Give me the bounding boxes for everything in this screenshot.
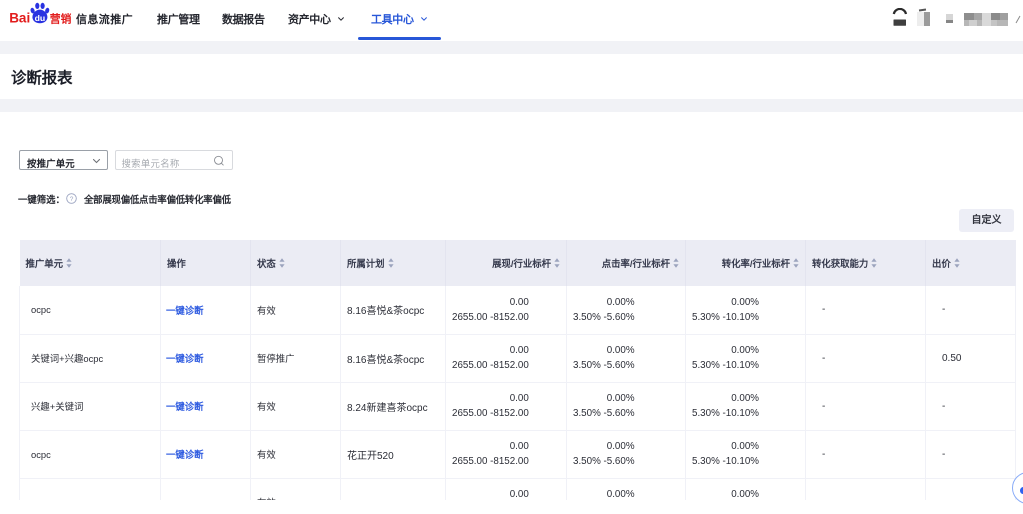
svg-text:du: du bbox=[35, 13, 46, 23]
svg-text:营销: 营销 bbox=[50, 12, 72, 26]
svg-text:Bai: Bai bbox=[9, 11, 30, 26]
svg-text:?: ? bbox=[70, 195, 74, 202]
